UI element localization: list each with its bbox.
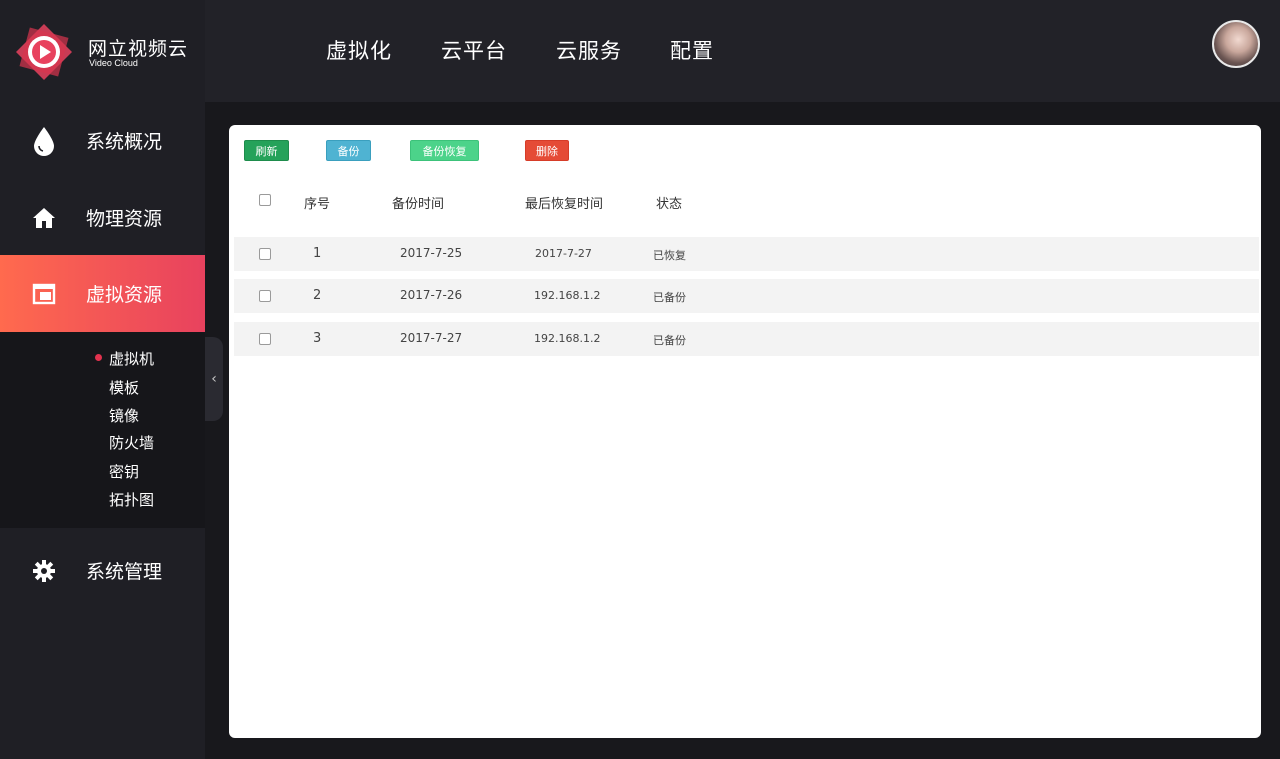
content-panel: 刷新 备份 备份恢复 删除 序号 备份时间 最后恢复时间 状态 1 2017-7… [229,125,1261,738]
sidebar-item-label: 物理资源 [86,208,163,230]
sidebar-item-overview[interactable]: 系统概况 [0,102,205,179]
sidebar: 网立视频云 Video Cloud 系统概况 物理资源 虚拟资源 虚拟机 模板 … [0,0,205,759]
submenu-item-template[interactable]: 模板 [109,377,139,398]
brand-subtitle: Video Cloud [89,58,138,68]
table-row[interactable]: 2 2017-7-26 192.168.1.2 已备份 [234,279,1259,313]
row-last-restore: 192.168.1.2 [534,332,601,345]
sidebar-collapse-handle[interactable]: ‹ [205,337,223,421]
submenu-item-topology[interactable]: 拓扑图 [109,489,154,510]
tab-virtualization[interactable]: 虚拟化 [326,35,392,65]
sidebar-item-system[interactable]: 系统管理 [0,532,205,609]
brand-logo[interactable]: 网立视频云 Video Cloud [0,0,205,102]
brand-name: 网立视频云 [88,38,189,60]
refresh-button[interactable]: 刷新 [244,140,289,161]
column-header-backup-time: 备份时间 [392,197,445,212]
row-checkbox[interactable] [259,248,271,260]
delete-button[interactable]: 删除 [525,140,569,161]
play-logo-icon [16,24,72,80]
row-index: 2 [313,288,322,303]
row-last-restore: 2017-7-27 [535,247,592,260]
restore-backup-button[interactable]: 备份恢复 [410,140,479,161]
column-header-status: 状态 [656,197,683,212]
table-row[interactable]: 1 2017-7-25 2017-7-27 已恢复 [234,237,1259,271]
home-icon [30,204,58,232]
row-backup-time: 2017-7-27 [400,331,463,345]
gear-icon [30,557,58,585]
table-row[interactable]: 3 2017-7-27 192.168.1.2 已备份 [234,322,1259,356]
sidebar-item-virtual[interactable]: 虚拟资源 [0,255,205,332]
row-last-restore: 192.168.1.2 [534,289,601,302]
sidebar-item-label: 虚拟资源 [86,284,163,306]
sidebar-item-label: 系统概况 [86,131,163,153]
column-header-last-restore: 最后恢复时间 [525,197,604,212]
row-backup-time: 2017-7-25 [400,246,463,260]
submenu-item-firewall[interactable]: 防火墙 [109,432,154,453]
tab-config[interactable]: 配置 [670,35,714,65]
row-index: 1 [313,246,322,261]
virtual-submenu [0,332,205,528]
tab-cloud-service[interactable]: 云服务 [556,35,622,65]
sidebar-item-physical[interactable]: 物理资源 [0,179,205,256]
row-checkbox[interactable] [259,290,271,302]
window-icon [30,280,58,308]
row-status: 已备份 [653,291,686,304]
top-navbar: 虚拟化 云平台 云服务 配置 [205,0,1280,102]
row-status: 已备份 [653,334,686,347]
drop-icon [30,126,58,156]
chevron-left-icon: ‹ [211,371,217,387]
submenu-item-keys[interactable]: 密钥 [109,461,139,482]
column-header-index: 序号 [304,197,331,212]
row-index: 3 [313,331,322,346]
tab-cloud-platform[interactable]: 云平台 [441,35,507,65]
submenu-item-vm[interactable]: 虚拟机 [109,348,154,369]
select-all-checkbox[interactable] [259,194,271,206]
selected-indicator [95,354,102,361]
sidebar-item-label: 系统管理 [86,561,163,583]
backup-button[interactable]: 备份 [326,140,371,161]
avatar[interactable] [1212,20,1260,68]
submenu-item-image[interactable]: 镜像 [109,405,139,426]
row-backup-time: 2017-7-26 [400,288,463,302]
row-checkbox[interactable] [259,333,271,345]
row-status: 已恢复 [653,249,686,262]
